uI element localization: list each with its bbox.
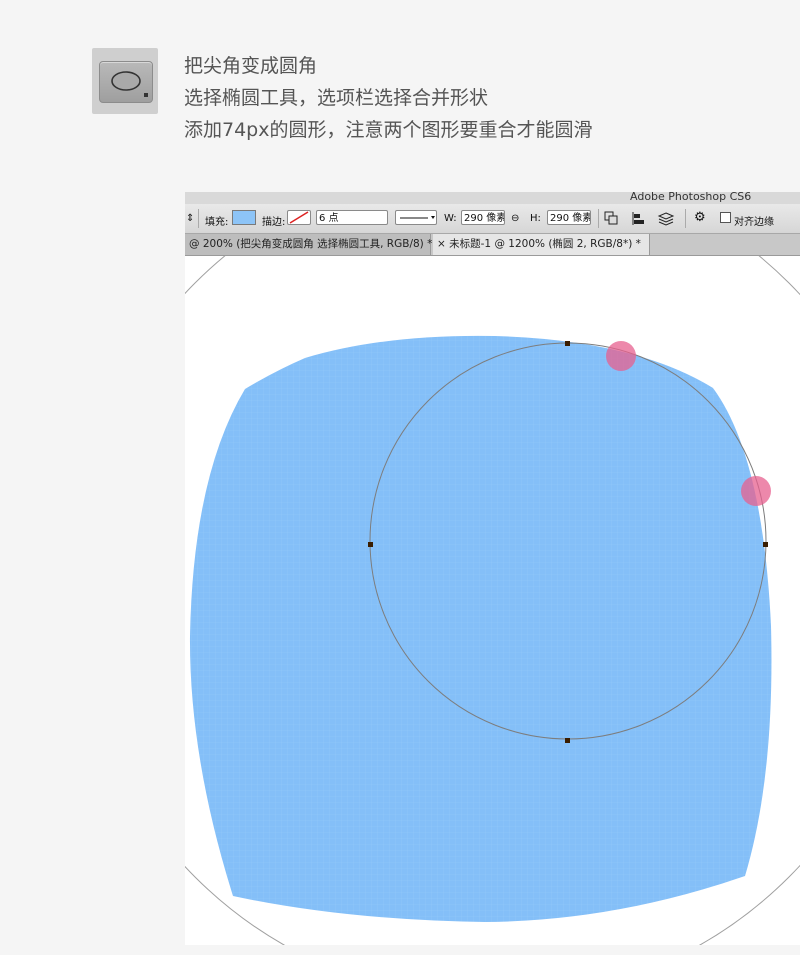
stroke-type-select[interactable] (395, 210, 437, 225)
instruction-line-3: 添加74px的圆形，注意两个图形要重合才能圆滑 (184, 119, 593, 141)
dropdown-arrow-icon[interactable]: ⇕ (186, 213, 194, 224)
stroke-label: 描边: (262, 217, 286, 228)
separator (198, 209, 199, 228)
width-label: W: (444, 213, 457, 224)
ellipse-tool-icon (99, 61, 153, 103)
path-arrangement-icon[interactable] (657, 211, 675, 226)
instruction-line-1: 把尖角变成圆角 (184, 55, 318, 77)
instruction-line-2: 选择椭圆工具，选项栏选择合并形状 (184, 87, 489, 109)
app-title-bar: Adobe Photoshop CS6 (185, 192, 800, 204)
instructions: 把尖角变成圆角 选择椭圆工具，选项栏选择合并形状 添加74px的圆形，注意两个图… (184, 50, 592, 146)
link-icon[interactable]: ⊖ (511, 213, 519, 224)
stroke-size-select[interactable]: 6 点 (316, 210, 388, 225)
photoshop-window: Adobe Photoshop CS6 ⇕ 填充: 描边: 6 点 W: 290… (185, 192, 800, 945)
options-bar: ⇕ 填充: 描边: 6 点 W: 290 像素 ⊖ H: 290 像素 ⚙ 对齐… (185, 204, 800, 234)
width-input[interactable]: 290 像素 (461, 210, 505, 225)
document-tab-1[interactable]: @ 200% (把尖角变成圆角 选择椭圆工具, RGB/8) * (185, 234, 433, 255)
stroke-size-value: 6 点 (319, 213, 339, 224)
app-title: Adobe Photoshop CS6 (630, 192, 752, 203)
highlight-marker-1 (606, 341, 636, 371)
height-input[interactable]: 290 像素 (547, 210, 591, 225)
align-edges-label: 对齐边缘 (734, 217, 774, 228)
fill-color-swatch[interactable] (232, 210, 256, 225)
document-tab-2[interactable]: × 未标题-1 @ 1200% (椭圆 2, RGB/8*) * (433, 234, 650, 255)
width-value: 290 像素 (464, 213, 505, 224)
document-canvas[interactable] (185, 192, 800, 945)
separator (598, 209, 599, 228)
anchor-point-bottom[interactable] (565, 738, 570, 743)
anchor-point-left[interactable] (368, 542, 373, 547)
separator (685, 209, 686, 228)
anchor-point-right[interactable] (763, 542, 768, 547)
ellipse-tool-icon-box (92, 48, 158, 114)
anchor-point-top[interactable] (565, 341, 570, 346)
document-tab-2-label: × 未标题-1 @ 1200% (椭圆 2, RGB/8*) * (437, 238, 641, 250)
path-alignment-icon[interactable] (631, 211, 646, 226)
document-tab-1-label: @ 200% (把尖角变成圆角 选择椭圆工具, RGB/8) * (189, 238, 433, 250)
path-operations-icon[interactable] (604, 211, 619, 226)
height-value: 290 像素 (550, 213, 591, 224)
merged-shape (189, 335, 772, 922)
fill-label: 填充: (205, 217, 229, 228)
document-tabs: @ 200% (把尖角变成圆角 选择椭圆工具, RGB/8) * × 未标题-1… (185, 234, 800, 256)
height-label: H: (530, 213, 541, 224)
stroke-color-swatch[interactable] (287, 210, 311, 225)
gear-icon[interactable]: ⚙ (694, 210, 706, 225)
highlight-marker-2 (741, 476, 771, 506)
align-edges-checkbox[interactable] (720, 212, 731, 223)
